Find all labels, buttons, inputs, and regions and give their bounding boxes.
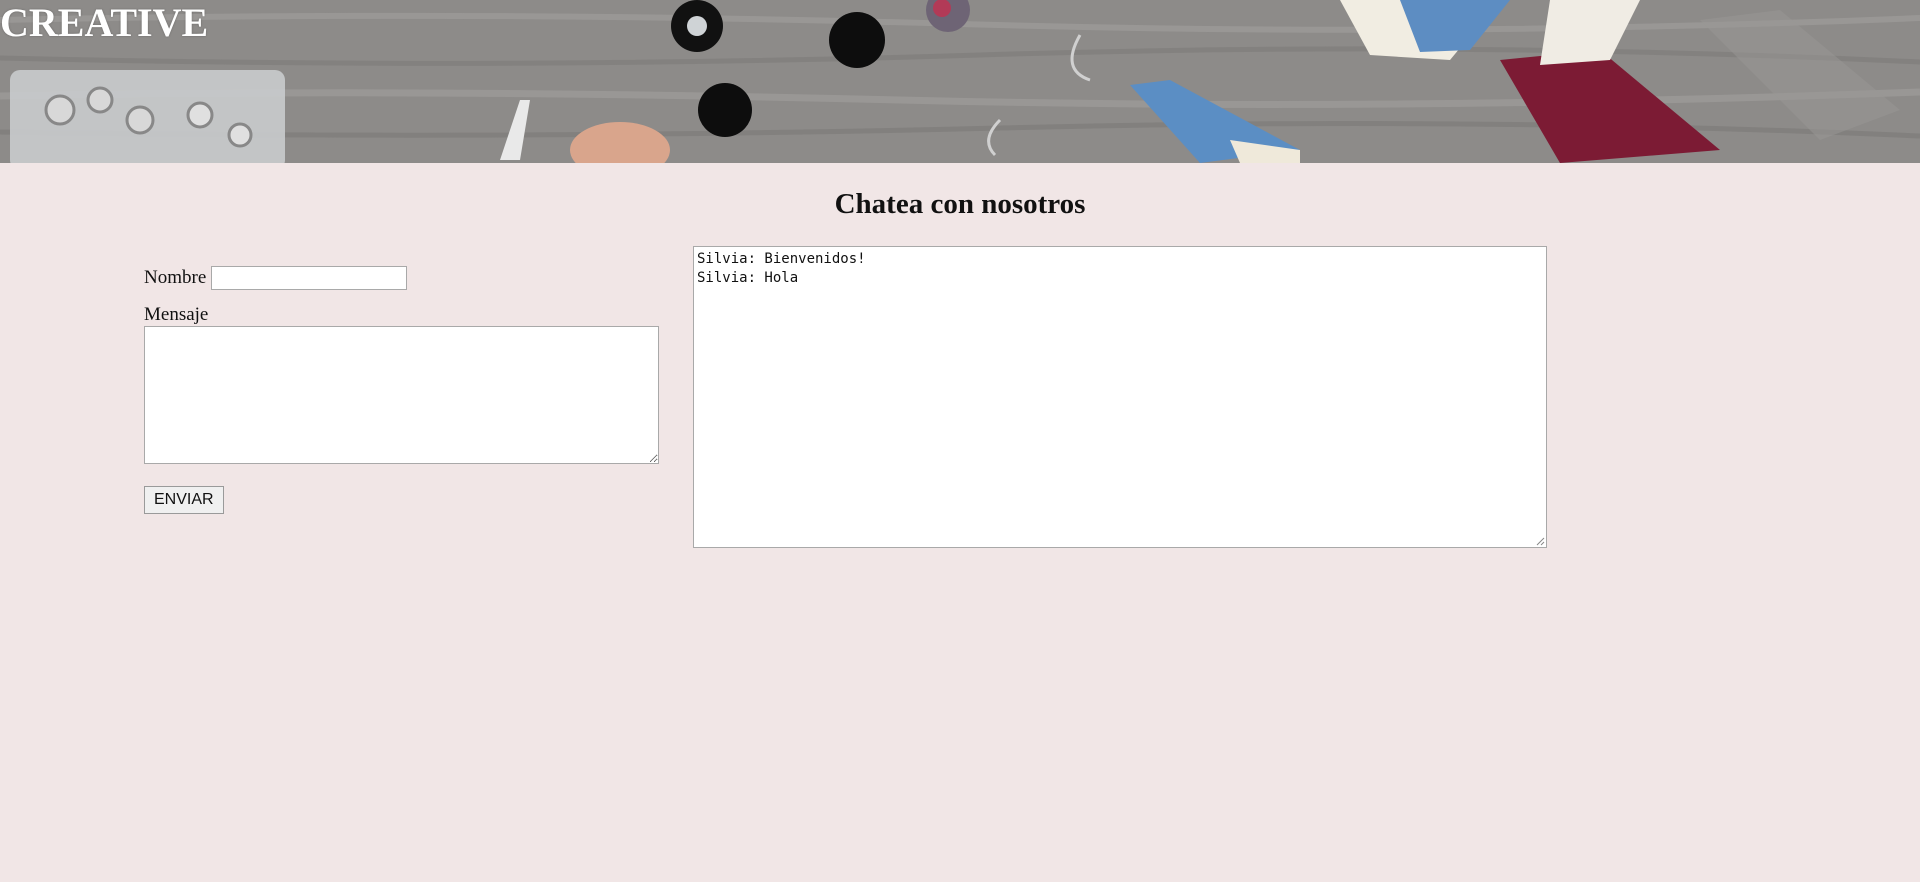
header-banner: CREATIVE xyxy=(0,0,1920,163)
chat-form: Nombre Mensaje ENVIAR xyxy=(144,262,664,514)
name-input[interactable] xyxy=(211,266,408,290)
message-textarea[interactable] xyxy=(144,326,659,464)
name-row: Nombre xyxy=(144,262,664,294)
chat-message: Silvia: Hola xyxy=(697,270,799,286)
page-title: Chatea con nosotros xyxy=(834,188,1086,220)
message-label: Mensaje xyxy=(144,304,209,325)
chat-log[interactable]: Silvia: Bienvenidos! Silvia: Hola xyxy=(693,246,1547,548)
brand-logo-text: CREATIVE xyxy=(0,0,209,45)
name-label: Nombre xyxy=(144,267,207,288)
resize-grip-icon[interactable] xyxy=(1535,536,1545,546)
chat-message: Silvia: Bienvenidos! xyxy=(697,251,866,267)
craft-supplies-photo xyxy=(0,0,1920,163)
send-button[interactable]: ENVIAR xyxy=(144,486,224,514)
